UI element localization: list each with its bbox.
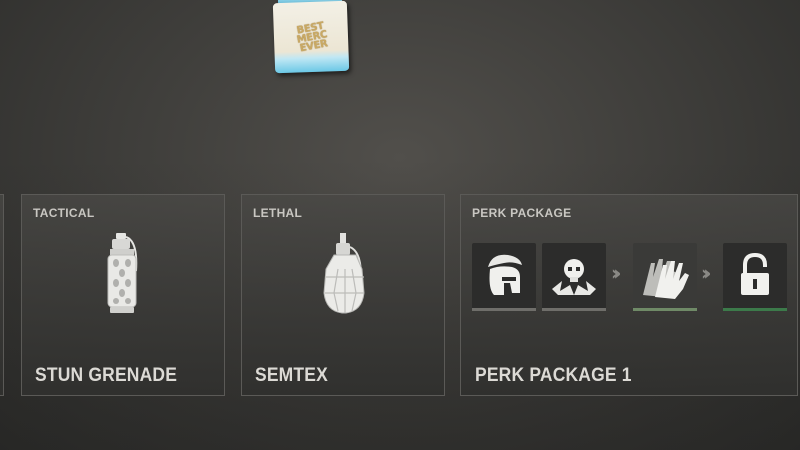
weapon-charm: BEST MERC EVER [270, 0, 354, 84]
perk-package-category-label: PERK PACKAGE [472, 206, 572, 220]
perk-slot-4-underline [723, 308, 787, 311]
perk-slot-4[interactable] [723, 243, 787, 311]
chevron-right-icon: ›› [701, 261, 712, 285]
chevron-right-icon: ›› [611, 261, 622, 285]
lethal-category-label: LETHAL [253, 206, 303, 220]
stun-grenade-icon [107, 233, 138, 313]
tactical-card[interactable]: TACTICAL STUN GRENADE [21, 194, 225, 396]
perk-package-card[interactable]: PERK PACKAGE ›› ›› PERK PACKAGE 1 [460, 194, 798, 396]
perk-slot-3[interactable] [633, 243, 697, 311]
perk-slot-2-underline [542, 308, 606, 311]
charm-label: BEST MERC EVER [282, 19, 342, 56]
tactical-category-label: TACTICAL [33, 206, 95, 220]
lethal-item-name: SEMTEX [255, 365, 328, 386]
perk-package-name: PERK PACKAGE 1 [475, 365, 632, 386]
padlock-icon [741, 252, 769, 295]
charm-body: BEST MERC EVER [272, 0, 350, 74]
tactical-item-name: STUN GRENADE [35, 365, 178, 386]
skull-burst-icon [552, 259, 596, 295]
spartan-helmet-icon [488, 254, 522, 295]
perk-slot-1[interactable] [472, 243, 536, 311]
lethal-card[interactable]: LETHAL SEMTEX [241, 194, 445, 396]
perk-slot-2[interactable] [542, 243, 606, 311]
perk-slot-3-underline [633, 308, 697, 311]
perk-slot-1-underline [472, 308, 536, 311]
previous-loadout-card[interactable] [0, 194, 4, 396]
semtex-icon [323, 233, 365, 314]
hands-icon [643, 259, 689, 299]
